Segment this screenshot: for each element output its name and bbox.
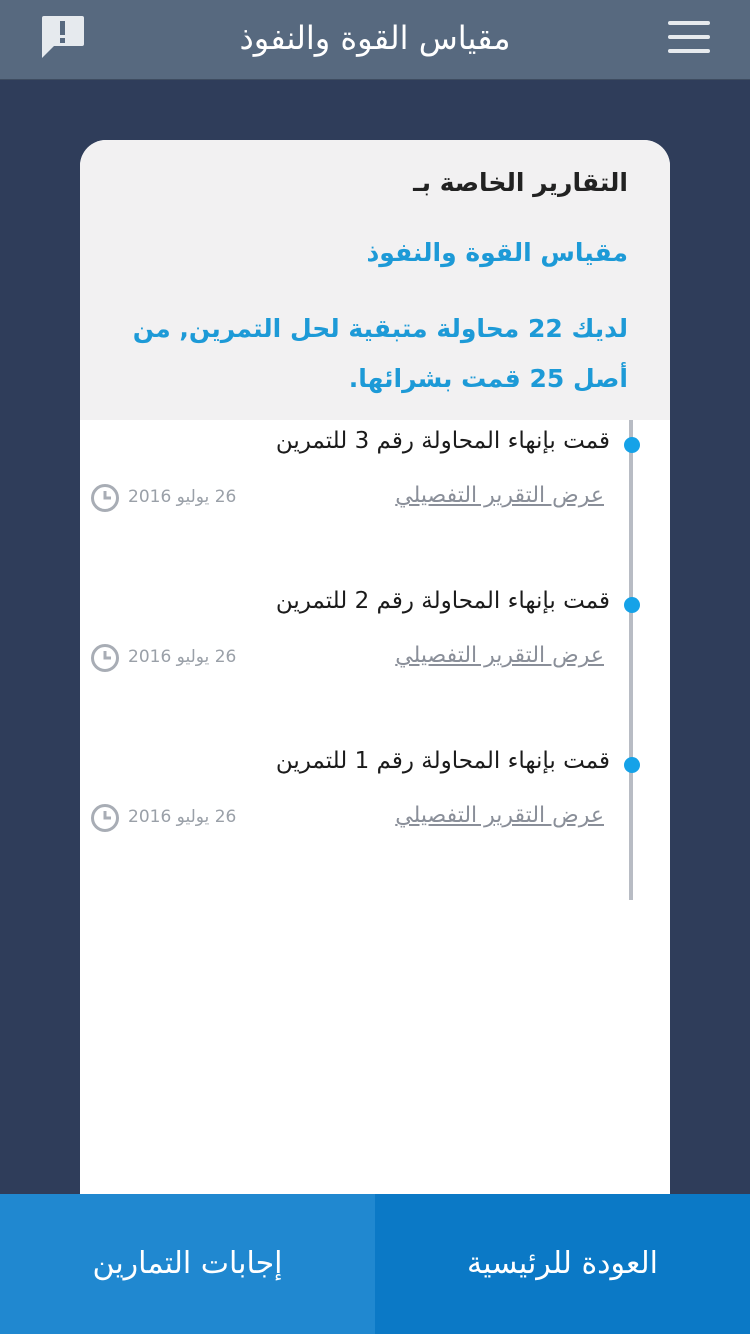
card-header: التقارير الخاصة بـ مقياس القوة والنفوذ ل… <box>80 140 670 420</box>
attempts-note: لديك 22 محاولة متبقية لحل التمرين, من أص… <box>132 314 628 393</box>
exercise-answers-button[interactable]: إجابات التمارين <box>0 1194 375 1334</box>
clock-icon <box>91 484 119 512</box>
attempt-date: 26 يوليو 2016 <box>128 487 237 507</box>
exclamation-chat-icon <box>42 16 84 58</box>
timeline-dot <box>624 437 640 453</box>
bottom-bar: إجابات التمارين العودة للرئيسية <box>0 1194 750 1334</box>
top-bar: مقياس القوة والنفوذ <box>0 0 750 80</box>
clock-icon <box>91 644 119 672</box>
attempt-text: قمت بإنهاء المحاولة رقم 2 للتمرين <box>275 588 610 614</box>
menu-bar-line <box>668 35 710 39</box>
attempt-date: 26 يوليو 2016 <box>128 647 237 667</box>
view-report-link[interactable]: عرض التقرير التفصيلي <box>395 643 604 668</box>
clock-icon <box>91 804 119 832</box>
attempt-text: قمت بإنهاء المحاولة رقم 1 للتمرين <box>275 748 610 774</box>
attempt-date: 26 يوليو 2016 <box>128 807 237 827</box>
timeline-entry: قمت بإنهاء المحاولة رقم 2 للتمرين عرض ال… <box>80 588 670 703</box>
back-home-button[interactable]: العودة للرئيسية <box>375 1194 750 1334</box>
timeline-dot <box>624 597 640 613</box>
timeline-entry: قمت بإنهاء المحاولة رقم 3 للتمرين عرض ال… <box>80 428 670 543</box>
menu-bar-line <box>668 49 710 53</box>
report-issue-button[interactable] <box>38 14 86 60</box>
menu-button[interactable] <box>668 20 710 54</box>
page-title: مقياس القوة والنفوذ <box>239 19 511 57</box>
reports-card: التقارير الخاصة بـ مقياس القوة والنفوذ ل… <box>80 140 670 1194</box>
view-report-link[interactable]: عرض التقرير التفصيلي <box>395 483 604 508</box>
timeline-entry: قمت بإنهاء المحاولة رقم 1 للتمرين عرض ال… <box>80 748 670 863</box>
exercise-name: مقياس القوة والنفوذ <box>366 238 628 267</box>
view-report-link[interactable]: عرض التقرير التفصيلي <box>395 803 604 828</box>
card-title: التقارير الخاصة بـ <box>413 168 628 197</box>
attempt-text: قمت بإنهاء المحاولة رقم 3 للتمرين <box>275 428 610 454</box>
menu-bar-line <box>668 21 710 25</box>
timeline-dot <box>624 757 640 773</box>
